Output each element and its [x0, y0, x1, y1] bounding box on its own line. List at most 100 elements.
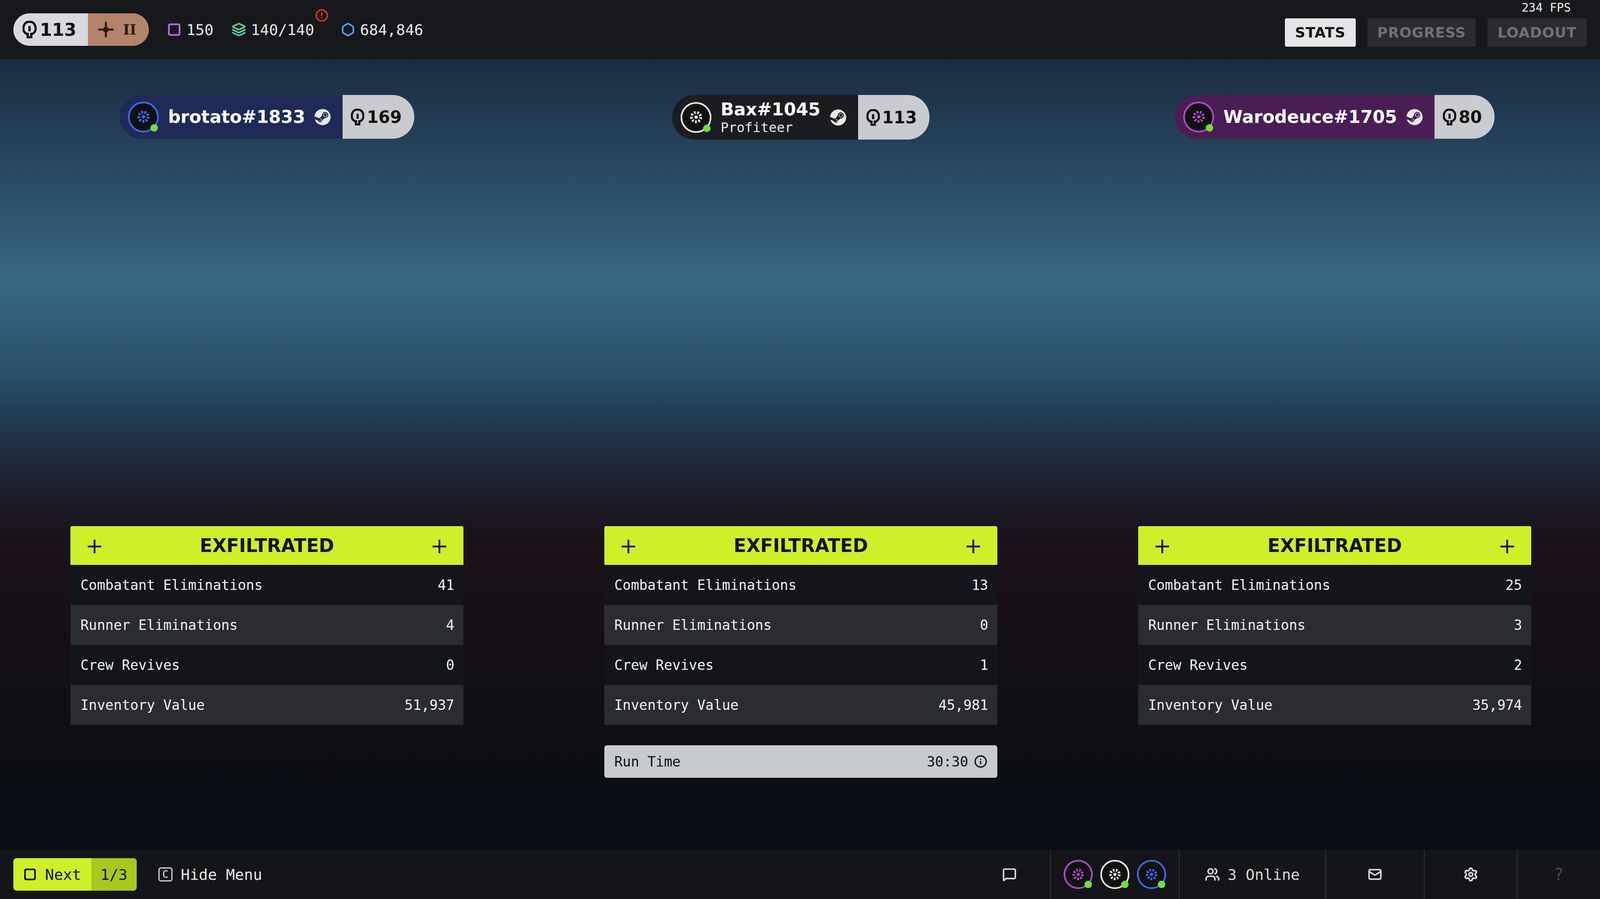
help-label: ?	[1554, 865, 1564, 885]
player-level: 80	[1434, 95, 1495, 139]
player-level: 169	[342, 95, 415, 139]
stat-row: Runner Eliminations0	[604, 605, 998, 646]
stat-row: Runner Eliminations 4	[70, 605, 464, 646]
steam-icon	[1406, 108, 1423, 126]
avatar-icon	[134, 107, 153, 126]
stat-label: Runner Eliminations	[1148, 617, 1306, 634]
mail-icon	[1367, 867, 1383, 882]
stat-label: Crew Revives	[614, 657, 714, 674]
avatar-icon	[1106, 866, 1124, 884]
online-dot	[1084, 881, 1092, 889]
badge-area: Bax#1045Profiteer113	[604, 95, 998, 527]
info-icon[interactable]	[974, 755, 988, 769]
online-dot	[1157, 881, 1166, 889]
player-column: Bax#1045Profiteer113+EXFILTRATED+Combata…	[604, 95, 998, 851]
online-dot	[150, 124, 158, 132]
fps-counter: 234 FPS	[1521, 1, 1571, 15]
stat-label: Inventory Value	[80, 697, 205, 714]
stat-value: 45,981	[938, 697, 989, 714]
steam-icon	[829, 109, 847, 126]
rank-icon	[96, 20, 116, 40]
gear-icon	[1463, 867, 1479, 883]
next-button[interactable]: Next1/3	[13, 858, 137, 892]
player-badge[interactable]: brotato#1833 169	[119, 95, 415, 139]
settings-button[interactable]	[1423, 850, 1517, 899]
online-dot	[1205, 124, 1214, 132]
rank-badge: II	[87, 13, 149, 46]
player-avatar[interactable]	[1063, 860, 1093, 890]
stat-row: Combatant Eliminations41	[70, 565, 464, 606]
plus-icon: +	[85, 533, 104, 559]
chat-button[interactable]	[969, 850, 1050, 899]
credits: 684,846	[340, 21, 424, 39]
help-button[interactable]: ?	[1516, 850, 1600, 899]
stat-value: 2	[1513, 657, 1523, 674]
player-name: brotato#1833	[167, 106, 306, 128]
status-header: + EXFILTRATED +	[70, 526, 464, 566]
player-name-plate: Bax#1045Profiteer	[672, 95, 859, 140]
stat-row: Inventory Value51,937	[70, 685, 464, 726]
player-name: Bax#1045	[720, 99, 821, 120]
stat-row: Inventory Value45,981	[604, 685, 998, 726]
tab[interactable]: STATS	[1284, 18, 1356, 47]
stat-label: Combatant Eliminations	[1148, 577, 1331, 594]
level-icon	[866, 109, 880, 126]
player-avatar[interactable]	[1136, 860, 1167, 890]
mail-button[interactable]	[1324, 850, 1424, 899]
scene: brotato#1833 169 + EXFILTRATED + Combatant El…	[0, 59, 1600, 851]
post-match-screen: 113II 150 140/140 684,846 STATS PROGRESS LOADO…	[0, 0, 1600, 899]
key-icon	[167, 22, 182, 37]
player-avatar[interactable]	[127, 101, 159, 133]
chat-icon	[1002, 867, 1017, 882]
key-cap: C	[158, 867, 173, 882]
stat-row: Crew Revives0	[70, 645, 464, 686]
stat-label: Crew Revives	[1148, 657, 1248, 674]
stat-value: 35,974	[1472, 697, 1523, 714]
player-badge[interactable]: Warodeuce#1705 80	[1174, 95, 1495, 139]
player-name-plate: brotato#1833	[119, 95, 343, 139]
run-time-label: Run Time	[614, 753, 681, 771]
player-avatar[interactable]	[1100, 860, 1130, 890]
stats-card: +EXFILTRATED+Combatant Eliminations25Run…	[1138, 526, 1532, 726]
currency-strip: 113II 150 140/140 684,846	[13, 13, 424, 46]
credits-icon	[340, 22, 356, 37]
steam-icon	[314, 108, 331, 126]
stats-card: +EXFILTRATED+Combatant Eliminations13Run…	[604, 526, 998, 726]
stat-value: 25	[1505, 577, 1523, 594]
stat-label: Runner Eliminations	[80, 617, 238, 634]
tab[interactable]: LOADOUT	[1487, 18, 1587, 47]
plus-icon: +	[619, 533, 638, 559]
page-indicator: 1/3	[91, 858, 137, 892]
status-label: EXFILTRATED	[199, 535, 334, 557]
hide-menu-button[interactable]: CHide Menu	[158, 866, 263, 884]
plus-icon: +	[430, 533, 449, 559]
vault-capacity: 140/140	[231, 21, 315, 39]
status-label: EXFILTRATED	[733, 535, 868, 557]
keys-count: 150	[167, 21, 214, 39]
name-block: Warodeuce#1705	[1223, 106, 1398, 128]
stat-value: 4	[445, 617, 455, 634]
level-pill[interactable]: 113II	[13, 13, 149, 46]
stat-row: Combatant Eliminations 25	[1138, 565, 1532, 606]
run-time: Run Time30:30	[604, 745, 998, 779]
player-column: brotato#1833 169 + EXFILTRATED + Combatant El…	[70, 95, 464, 851]
stat-row: Crew Revives 1	[604, 645, 998, 686]
online-dot	[1121, 881, 1129, 889]
friends-icon	[1204, 867, 1220, 883]
stat-value: 3	[1513, 617, 1523, 634]
player-avatar[interactable]	[680, 102, 712, 133]
stat-value: 1	[979, 657, 989, 674]
stat-label: Inventory Value	[1148, 697, 1273, 714]
player-column: Warodeuce#170580+EXFILTRATED+Combatant E…	[1138, 95, 1532, 851]
capacity-alert-icon	[315, 8, 329, 23]
key-icon	[23, 868, 37, 882]
online-count[interactable]: 3 Online	[1178, 850, 1325, 899]
player-badge[interactable]: Bax#1045Profiteer113	[672, 95, 930, 140]
tab-bar: STATS PROGRESS LOADOUT	[1284, 18, 1587, 47]
player-name: Warodeuce#1705	[1223, 106, 1398, 128]
bottom-left: Next1/3 CHide Menu	[13, 858, 263, 892]
tab[interactable]: PROGRESS	[1367, 18, 1477, 47]
badge-area: Warodeuce#1705 80	[1138, 95, 1532, 527]
player-avatar[interactable]	[1183, 101, 1215, 133]
player-name-plate: Warodeuce#1705	[1174, 95, 1435, 139]
